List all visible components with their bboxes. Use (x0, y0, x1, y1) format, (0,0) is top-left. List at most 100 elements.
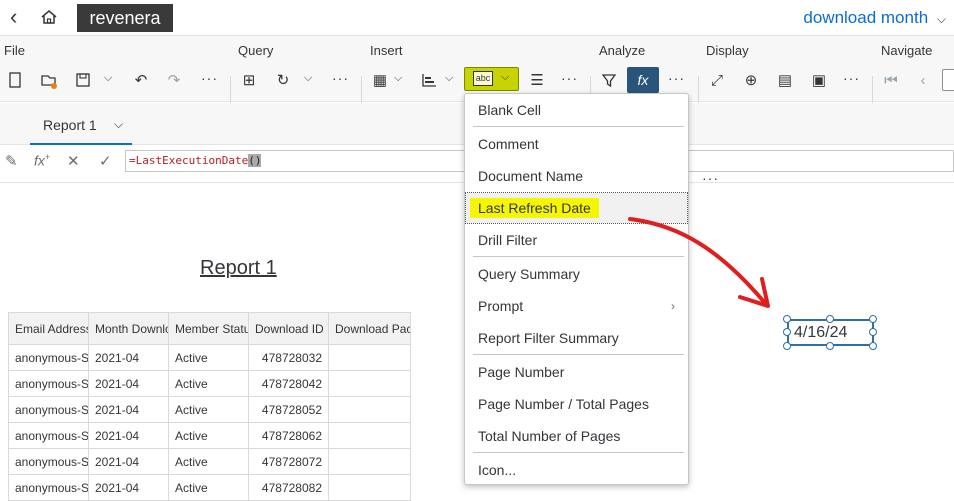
formula-editor-button[interactable]: fx (627, 67, 659, 93)
insert-more-icon[interactable]: ··· (561, 70, 578, 86)
chevron-down-icon[interactable]: ⌵ (114, 117, 123, 132)
resize-handle[interactable] (783, 342, 791, 350)
table-cell[interactable]: 2021-04 (88, 474, 169, 501)
open-document-icon[interactable] (38, 69, 60, 91)
save-icon[interactable] (72, 69, 94, 91)
menu-item-total-number-of-pages[interactable]: Total Number of Pages (466, 421, 687, 451)
fit-page-icon[interactable]: ⤢ (706, 69, 728, 91)
resize-handle[interactable] (869, 315, 877, 323)
page-layout-icon[interactable]: ▤ (774, 69, 796, 91)
menu-item-blank-cell[interactable]: Blank Cell (466, 95, 687, 125)
report-title[interactable]: Report 1 (200, 257, 277, 280)
table-cell[interactable]: 2021-04 (88, 448, 169, 475)
menu-item-icon[interactable]: Icon... (466, 455, 687, 485)
back-icon[interactable]: ‹ (10, 6, 17, 28)
table-cell[interactable]: anonymous-S (8, 370, 89, 397)
table-cell[interactable]: 2021-04 (88, 344, 169, 371)
edit-icon[interactable]: ✎ (5, 152, 18, 170)
query-panel-icon[interactable]: ⊞ (238, 69, 260, 91)
undo-icon[interactable]: ↶ (130, 69, 152, 91)
column-header[interactable]: Download Package (328, 312, 411, 345)
insert-text-cell-button[interactable]: abc ⌵ (464, 67, 519, 91)
column-header[interactable]: Member Status (168, 312, 249, 345)
table-cell[interactable]: 478728042 (248, 370, 329, 397)
analyze-more-icon[interactable]: ··· (668, 70, 685, 86)
menu-item-page-number-total-pages[interactable]: Page Number / Total Pages (466, 389, 687, 419)
table-cell[interactable]: 2021-04 (88, 422, 169, 449)
table-cell[interactable] (328, 370, 411, 397)
file-more-icon[interactable]: ··· (201, 70, 218, 86)
table-cell[interactable]: anonymous-S (8, 344, 89, 371)
table-cell[interactable]: 478728052 (248, 396, 329, 423)
table-cell[interactable]: 478728032 (248, 344, 329, 371)
resize-handle[interactable] (869, 342, 877, 350)
resize-handle[interactable] (826, 315, 834, 323)
table-cell[interactable]: 2021-04 (88, 396, 169, 423)
table-cell[interactable]: anonymous-S (8, 448, 89, 475)
section-icon[interactable]: ▣ (808, 69, 830, 91)
resize-handle[interactable] (783, 315, 791, 323)
table-cell[interactable]: anonymous-S (8, 422, 89, 449)
table-row: anonymous-S 2021-04 Active 478728042 (8, 370, 411, 397)
insert-table-chevron-icon[interactable]: ⌵ (394, 72, 402, 85)
toolbar-divider (698, 76, 699, 106)
menu-item-label: Last Refresh Date (470, 198, 599, 218)
list-icon[interactable]: ☰ (526, 69, 548, 91)
first-page-icon[interactable]: ⏮ (880, 69, 902, 91)
insert-chart-chevron-icon[interactable]: ⌵ (445, 72, 453, 85)
menu-item-report-filter-summary[interactable]: Report Filter Summary (466, 323, 687, 353)
tab-report-1[interactable]: Report 1 ⌵ (30, 103, 132, 145)
formula-bar-resize-handle[interactable]: ··· (702, 170, 719, 186)
tab-label: Report 1 (43, 117, 97, 133)
redo-icon[interactable]: ↷ (163, 69, 185, 91)
table-cell[interactable]: Active (168, 422, 249, 449)
refresh-menu-chevron-icon[interactable]: ⌵ (304, 72, 312, 85)
table-cell[interactable] (328, 344, 411, 371)
home-icon[interactable] (40, 8, 58, 31)
annotation-arrow (628, 217, 770, 308)
table-cell[interactable]: 478728072 (248, 448, 329, 475)
column-header[interactable]: Month Download (88, 312, 169, 345)
table-cell[interactable]: 478728062 (248, 422, 329, 449)
document-title-menu[interactable]: download month ⌵ (803, 8, 946, 28)
page-number-field[interactable] (942, 69, 954, 91)
zoom-icon[interactable]: ⊕ (740, 69, 762, 91)
table-cell[interactable]: 478728082 (248, 474, 329, 501)
display-more-icon[interactable]: ··· (843, 70, 860, 86)
table-cell[interactable]: anonymous-S (8, 474, 89, 501)
menu-item-comment[interactable]: Comment (466, 129, 687, 159)
insert-function-icon[interactable]: fx+ (34, 152, 50, 169)
new-document-icon[interactable] (4, 69, 26, 91)
table-cell[interactable]: Active (168, 344, 249, 371)
toolbar-divider (872, 76, 873, 106)
table-cell[interactable] (328, 396, 411, 423)
resize-handle[interactable] (783, 328, 791, 336)
cancel-icon[interactable]: ✕ (67, 152, 80, 170)
resize-handle[interactable] (869, 328, 877, 336)
query-more-icon[interactable]: ··· (332, 70, 349, 86)
table-cell[interactable]: Active (168, 448, 249, 475)
chevron-down-icon: ⌵ (501, 71, 510, 83)
save-menu-chevron-icon[interactable]: ⌵ (104, 72, 112, 85)
column-header[interactable]: Download ID (248, 312, 329, 345)
table-cell[interactable] (328, 448, 411, 475)
table-cell[interactable]: Active (168, 396, 249, 423)
validate-icon[interactable]: ✓ (99, 152, 112, 170)
refresh-icon[interactable]: ↻ (272, 69, 294, 91)
insert-chart-icon[interactable] (418, 69, 440, 91)
table-cell[interactable]: Active (168, 474, 249, 501)
table-cell[interactable] (328, 474, 411, 501)
resize-handle[interactable] (826, 342, 834, 350)
insert-table-icon[interactable]: ▦ (369, 69, 391, 91)
table-cell[interactable]: Active (168, 370, 249, 397)
formula-parens: () (248, 154, 262, 167)
column-header[interactable]: Email Address (8, 312, 89, 345)
formula-text: =LastExecutionDate (129, 154, 249, 167)
table-cell[interactable]: 2021-04 (88, 370, 169, 397)
menu-item-document-name[interactable]: Document Name (466, 161, 687, 191)
previous-page-icon[interactable]: ‹ (912, 69, 934, 91)
menu-item-page-number[interactable]: Page Number (466, 357, 687, 387)
table-cell[interactable] (328, 422, 411, 449)
table-cell[interactable]: anonymous-S (8, 396, 89, 423)
filter-icon[interactable] (598, 69, 620, 91)
